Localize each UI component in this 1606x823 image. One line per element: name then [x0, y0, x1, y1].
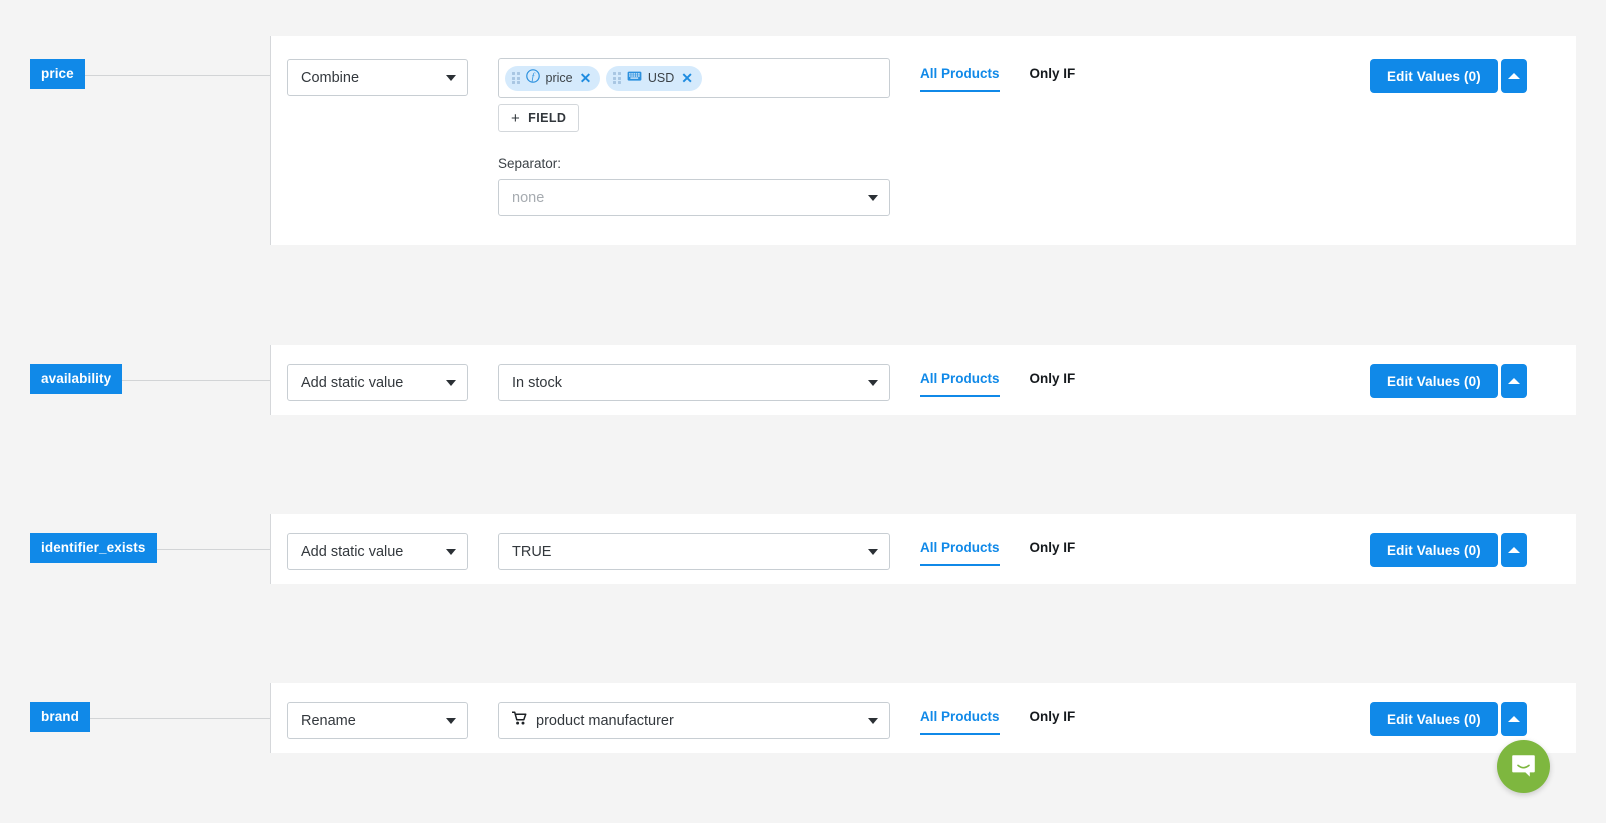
- collapse-row-button[interactable]: [1500, 364, 1527, 398]
- edit-values-button[interactable]: Edit Values (0): [1370, 364, 1498, 398]
- edit-values-button[interactable]: Edit Values (0): [1370, 702, 1498, 736]
- chevron-down-icon: [868, 548, 878, 555]
- field-label-availability[interactable]: availability: [30, 364, 123, 394]
- chevron-down-icon: [868, 717, 878, 724]
- operation-select-value: Combine: [301, 69, 360, 86]
- remove-chip-icon[interactable]: ✕: [680, 71, 694, 85]
- chat-bubble-icon: [1512, 755, 1535, 777]
- operation-select-value: Rename: [301, 712, 356, 729]
- scope-tabs: All Products Only IF: [920, 371, 1075, 397]
- tab-only-if[interactable]: Only IF: [1030, 66, 1076, 92]
- drag-handle-icon[interactable]: [512, 72, 520, 84]
- row-actions: Edit Values (0): [1370, 364, 1527, 398]
- operation-select-identifier-exists[interactable]: Add static value: [287, 533, 468, 570]
- row-actions: Edit Values (0): [1370, 59, 1527, 93]
- chevron-up-icon: [1507, 378, 1520, 384]
- field-label-price[interactable]: price: [30, 59, 85, 89]
- keyboard-icon: [627, 69, 642, 87]
- tab-all-products[interactable]: All Products: [920, 371, 1000, 397]
- scope-tabs: All Products Only IF: [920, 540, 1075, 566]
- value-select-brand[interactable]: product manufacturer: [498, 702, 890, 739]
- operation-select-price[interactable]: Combine: [287, 59, 468, 96]
- scope-tabs: All Products Only IF: [920, 709, 1075, 735]
- connector-line: [148, 549, 270, 550]
- value-select-value: In stock: [512, 374, 562, 391]
- chat-launcher-button[interactable]: [1497, 740, 1550, 793]
- chevron-down-icon: [868, 194, 878, 201]
- formula-icon: f: [525, 68, 540, 88]
- value-select-value: TRUE: [512, 543, 552, 560]
- tab-all-products[interactable]: All Products: [920, 66, 1000, 92]
- row-actions: Edit Values (0): [1370, 533, 1527, 567]
- chevron-down-icon: [446, 379, 456, 386]
- connector-line: [89, 718, 270, 719]
- add-field-label: FIELD: [528, 111, 567, 125]
- chevron-down-icon: [446, 74, 456, 81]
- drag-handle-icon[interactable]: [613, 72, 621, 84]
- value-select-availability[interactable]: In stock: [498, 364, 890, 401]
- scope-tabs: All Products Only IF: [920, 66, 1075, 92]
- value-select-identifier-exists[interactable]: TRUE: [498, 533, 890, 570]
- shopping-cart-icon: [511, 711, 528, 730]
- rule-card-price: Combine f price ✕ USD ✕ + FIELD Separato…: [270, 36, 1576, 245]
- chevron-up-icon: [1507, 73, 1520, 79]
- rule-card-identifier-exists: Add static value TRUE All Products Only …: [270, 514, 1576, 584]
- combine-fields-box[interactable]: f price ✕ USD ✕: [498, 58, 890, 98]
- add-field-button[interactable]: + FIELD: [498, 104, 580, 132]
- remove-chip-icon[interactable]: ✕: [579, 71, 593, 85]
- separator-select[interactable]: none: [498, 179, 890, 216]
- field-label-brand[interactable]: brand: [30, 702, 91, 732]
- connector-line: [100, 380, 270, 381]
- mapping-rules-canvas: price Combine f price ✕ USD ✕ + FIELD Se…: [0, 0, 1606, 823]
- field-label-identifier-exists[interactable]: identifier_exists: [30, 533, 157, 563]
- field-chip[interactable]: USD ✕: [606, 65, 702, 91]
- chevron-down-icon: [446, 717, 456, 724]
- rule-card-brand: Rename product manufacturer All Products…: [270, 683, 1576, 753]
- operation-select-value: Add static value: [301, 543, 404, 560]
- separator-select-value: none: [512, 189, 545, 206]
- rule-card-availability: Add static value In stock All Products O…: [270, 345, 1576, 415]
- field-chip-label: USD: [647, 71, 675, 85]
- chevron-up-icon: [1507, 716, 1520, 722]
- chevron-up-icon: [1507, 547, 1520, 553]
- tab-only-if[interactable]: Only IF: [1030, 371, 1076, 397]
- tab-all-products[interactable]: All Products: [920, 540, 1000, 566]
- connector-line: [84, 75, 270, 76]
- edit-values-button[interactable]: Edit Values (0): [1370, 533, 1498, 567]
- chevron-down-icon: [446, 548, 456, 555]
- svg-text:f: f: [531, 71, 535, 82]
- operation-select-value: Add static value: [301, 374, 404, 391]
- field-chip-label: price: [545, 71, 573, 85]
- tab-only-if[interactable]: Only IF: [1030, 540, 1076, 566]
- operation-select-brand[interactable]: Rename: [287, 702, 468, 739]
- collapse-row-button[interactable]: [1500, 59, 1527, 93]
- collapse-row-button[interactable]: [1500, 702, 1527, 736]
- plus-icon: +: [511, 109, 521, 127]
- tab-only-if[interactable]: Only IF: [1030, 709, 1076, 735]
- tab-all-products[interactable]: All Products: [920, 709, 1000, 735]
- collapse-row-button[interactable]: [1500, 533, 1527, 567]
- edit-values-button[interactable]: Edit Values (0): [1370, 59, 1498, 93]
- separator-label: Separator:: [498, 156, 562, 171]
- field-chip[interactable]: f price ✕: [505, 65, 601, 91]
- chevron-down-icon: [868, 379, 878, 386]
- value-select-value: product manufacturer: [536, 712, 674, 729]
- row-actions: Edit Values (0): [1370, 702, 1527, 736]
- operation-select-availability[interactable]: Add static value: [287, 364, 468, 401]
